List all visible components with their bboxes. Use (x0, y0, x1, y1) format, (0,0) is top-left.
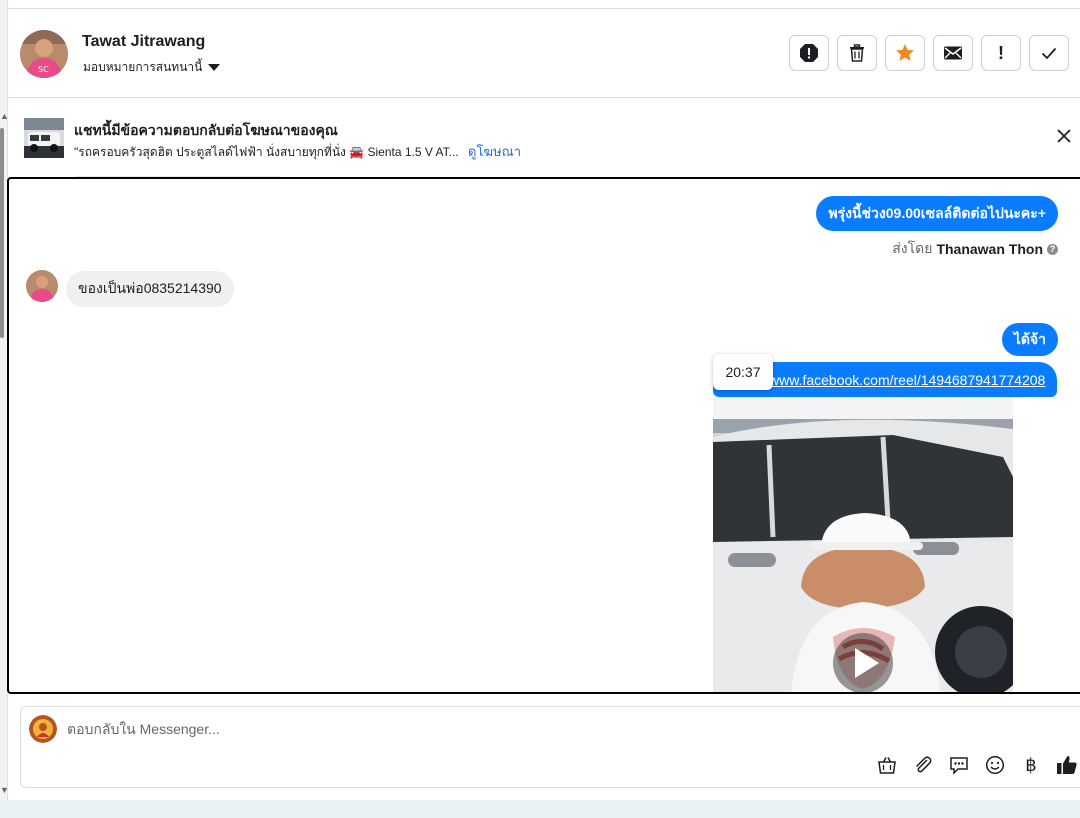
follow-up-button[interactable]: ! (981, 35, 1021, 71)
reel-link[interactable]: www.facebook.com/reel/1494687941774208 (769, 372, 1045, 388)
thumbs-up-icon[interactable] (1055, 753, 1079, 777)
assign-label: มอบหมายการสนทนานี้ (83, 60, 203, 74)
emoji-icon[interactable] (983, 753, 1007, 777)
report-button[interactable] (789, 35, 829, 71)
report-icon (800, 44, 818, 62)
ad-reply-banner: แชทนี้มีข้อความตอบกลับต่อโฆษณาของคุณ "รถ… (8, 98, 1080, 178)
ad-banner-title: แชทนี้มีข้อความตอบกลับต่อโฆษณาของคุณ (74, 122, 338, 138)
check-icon (1041, 47, 1057, 60)
envelope-icon (944, 46, 962, 60)
video-attachment[interactable] (713, 397, 1013, 694)
contact-name: Tawat Jitrawang (82, 33, 206, 50)
message-text: ได้จ้า (1013, 330, 1046, 347)
exclamation-icon: ! (998, 42, 1004, 63)
sent-by-prefix: ส่งโดย (892, 240, 933, 256)
message-thread[interactable]: พรุ่งนี้ช่วง09.00เซลล์ติดต่อไปนะคะ+ ส่งโ… (7, 177, 1080, 694)
contact-avatar-small[interactable] (26, 270, 58, 302)
paperclip-icon[interactable] (911, 753, 935, 777)
caret-down-icon (208, 64, 221, 71)
sent-by-name: Thanawan Thon (936, 241, 1043, 257)
svg-text:SC: SC (38, 65, 49, 74)
assign-conversation-dropdown[interactable]: มอบหมายการสนทนานี้ (83, 58, 221, 77)
message-text: ของเป็นพ่อ0835214390 (78, 280, 222, 296)
outgoing-message-bubble[interactable]: พรุ่งนี้ช่วง09.00เซลล์ติดต่อไปนะคะ+ (816, 196, 1058, 231)
help-icon[interactable]: ? (1047, 243, 1058, 255)
message-text: พรุ่งนี้ช่วง09.00เซลล์ติดต่อไปนะคะ+ (828, 204, 1046, 221)
view-ad-link[interactable]: ดูโฆษณา (468, 144, 521, 159)
outgoing-message-bubble[interactable]: ได้จ้า (1001, 323, 1058, 356)
ad-snippet-text: "รถครอบครัวสุดฮิต ประตูสไลด์ไฟฟ้า นั่งสบ… (74, 145, 459, 159)
page-avatar (29, 715, 57, 743)
mark-unread-button[interactable] (933, 35, 973, 71)
timestamp-tooltip: 20:37 (713, 354, 773, 390)
close-banner-button[interactable] (1054, 126, 1074, 146)
ad-thumbnail[interactable] (24, 118, 64, 158)
mark-done-button[interactable] (1029, 35, 1069, 71)
baht-symbol: ฿ (1025, 754, 1037, 775)
delete-button[interactable] (837, 35, 877, 71)
bottom-strip (0, 800, 1080, 818)
incoming-message-bubble[interactable]: ของเป็นพ่อ0835214390 (66, 271, 234, 307)
reply-composer: ฿ (20, 706, 1080, 788)
baht-icon[interactable]: ฿ (1019, 753, 1043, 777)
contact-avatar[interactable]: SC (20, 30, 68, 78)
star-icon (896, 44, 914, 61)
play-icon[interactable] (831, 631, 895, 694)
ad-banner-snippet-row: "รถครอบครัวสุดฮิต ประตูสไลด์ไฟฟ้า นั่งสบ… (74, 141, 521, 162)
scroll-down-arrow-icon[interactable]: ▼ (0, 786, 9, 795)
conversation-header: SC Tawat Jitrawang มอบหมายการสนทนานี้ ! (8, 9, 1080, 98)
trash-icon (850, 44, 864, 62)
tooltip-time: 20:37 (725, 364, 761, 380)
left-scrollbar-thumb[interactable] (0, 128, 4, 338)
sent-by-line: ส่งโดย Thanawan Thon ? (892, 238, 1058, 260)
saved-reply-icon[interactable] (947, 753, 971, 777)
star-button[interactable] (885, 35, 925, 71)
reply-input[interactable] (67, 717, 1027, 741)
conversation-toolbar: ! (789, 35, 1069, 71)
bag-icon[interactable] (875, 753, 899, 777)
close-icon (1057, 129, 1071, 143)
composer-toolbar: ฿ (875, 753, 1079, 777)
